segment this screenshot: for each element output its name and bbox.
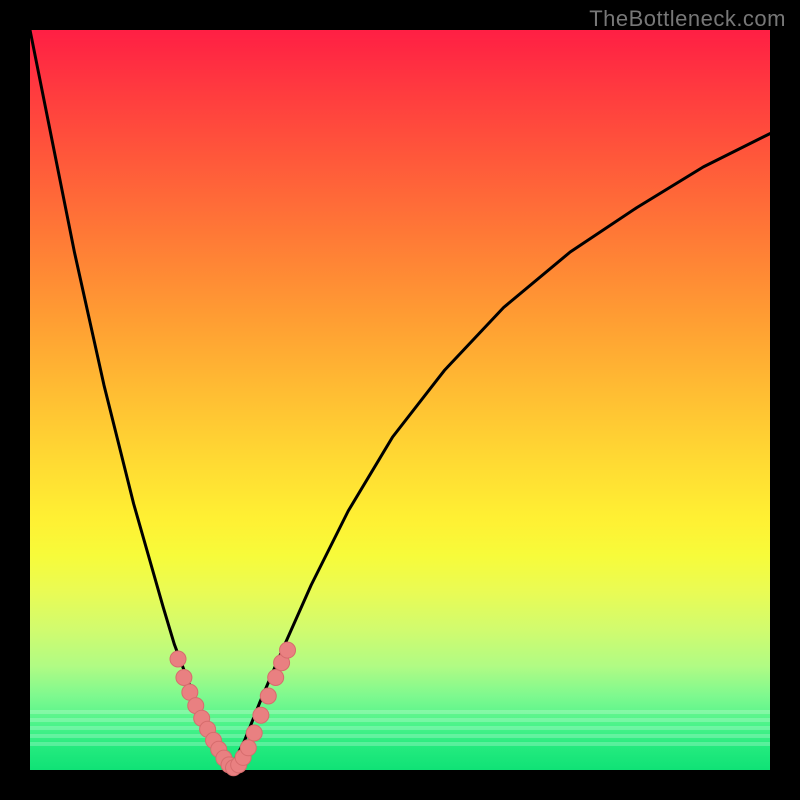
marker-series: [170, 642, 296, 776]
marker-point: [280, 642, 296, 658]
curve-right: [230, 134, 770, 770]
curves-layer: [30, 30, 770, 770]
chart-frame: TheBottleneck.com: [0, 0, 800, 800]
watermark-text: TheBottleneck.com: [589, 6, 786, 32]
marker-point: [240, 740, 256, 756]
left-curve-path: [30, 30, 230, 770]
curve-left: [30, 30, 230, 770]
marker-point: [268, 670, 284, 686]
right-curve-path: [230, 134, 770, 770]
marker-point: [253, 707, 269, 723]
marker-point: [246, 725, 262, 741]
plot-area: [30, 30, 770, 770]
marker-point: [260, 688, 276, 704]
marker-point: [170, 651, 186, 667]
marker-point: [176, 670, 192, 686]
